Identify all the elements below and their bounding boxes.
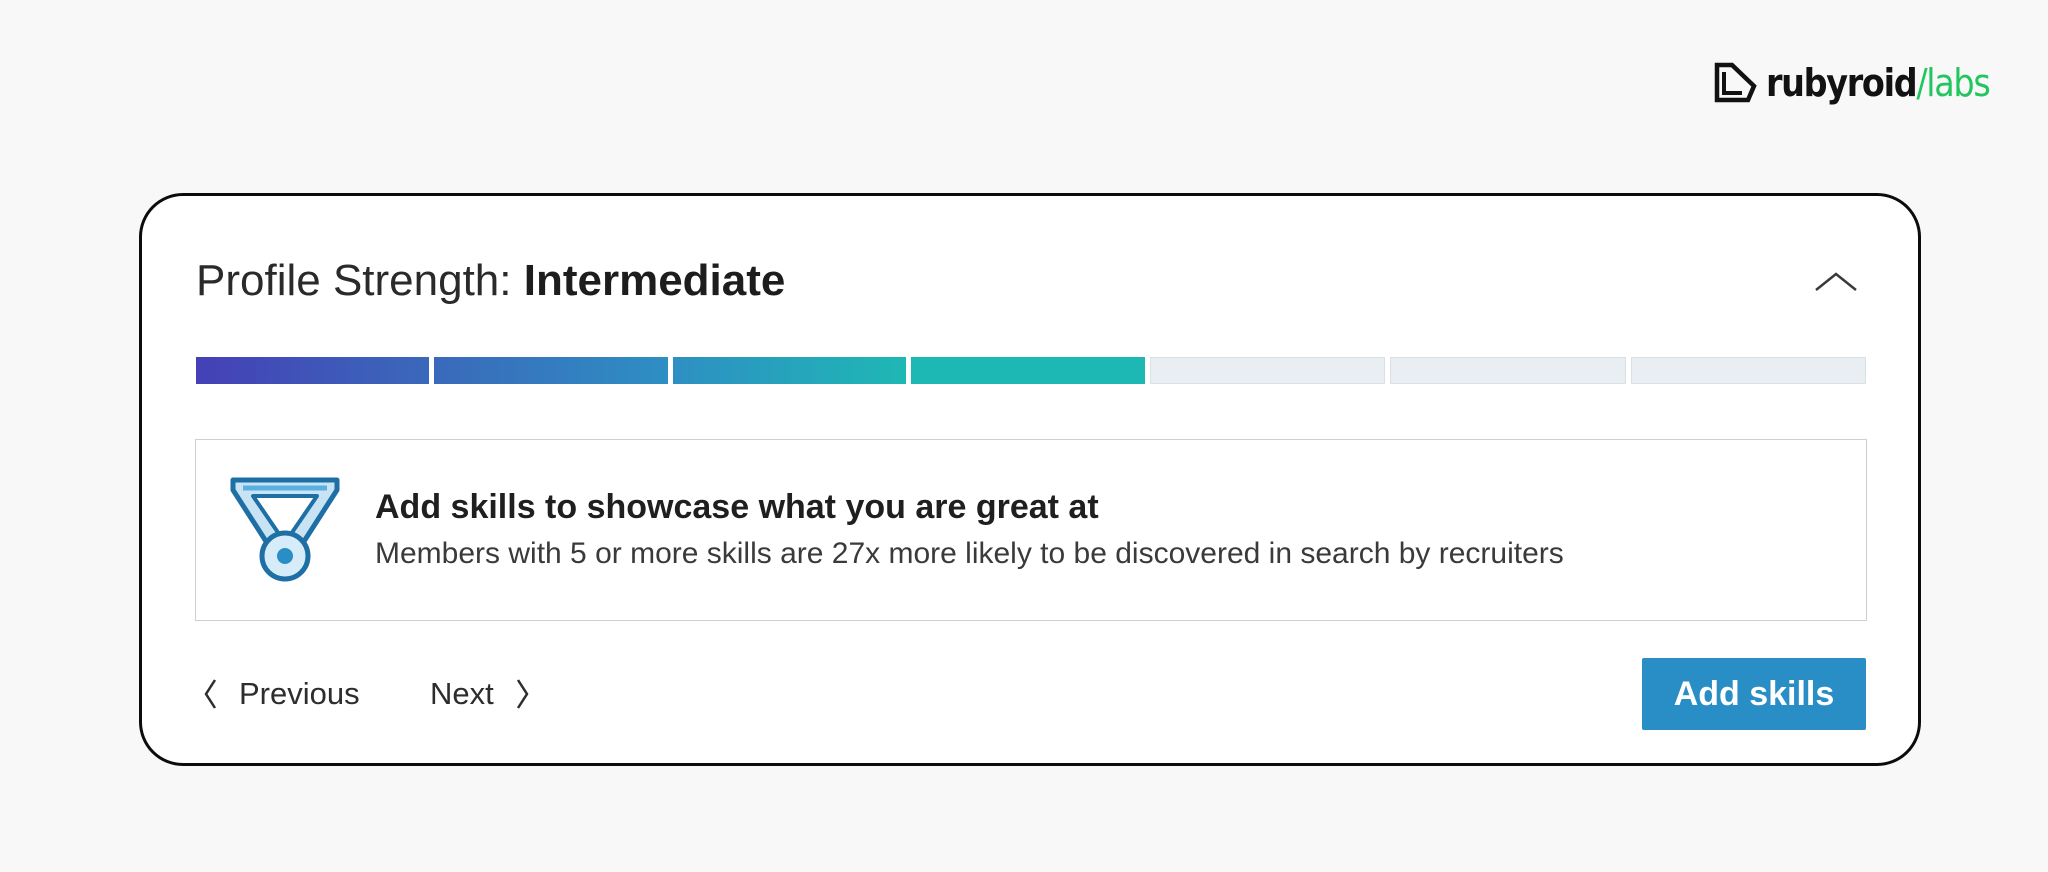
previous-button[interactable]: Previous [203, 670, 360, 718]
logo-text: rubyroid/labs [1766, 61, 1991, 105]
progress-segment-empty [1630, 357, 1866, 384]
profile-strength-progress [196, 357, 1866, 384]
progress-segment-empty [1390, 357, 1626, 384]
profile-strength-title: Profile Strength: Intermediate [196, 255, 785, 307]
previous-label: Previous [239, 676, 360, 711]
rubyroid-labs-logo: rubyroid/labs [1712, 56, 2020, 110]
profile-strength-level: Intermediate [523, 256, 786, 305]
suggestion-description: Members with 5 or more skills are 27x mo… [375, 537, 1564, 570]
progress-segment-filled [911, 357, 1145, 384]
next-button[interactable]: Next [430, 670, 530, 718]
chevron-up-icon [1815, 272, 1857, 291]
logo-mark-icon [1714, 62, 1757, 103]
title-prefix: Profile Strength: [196, 256, 524, 305]
progress-segment-filled [434, 357, 668, 384]
add-skills-button[interactable]: Add skills [1642, 658, 1866, 730]
chevron-right-icon [516, 679, 529, 709]
progress-segment-filled [672, 357, 907, 384]
progress-segment-empty [1149, 357, 1386, 384]
logo-accent: /labs [1916, 61, 1990, 105]
collapse-button[interactable] [1812, 262, 1860, 302]
logo-word: rubyroid [1766, 61, 1918, 105]
next-label: Next [430, 676, 494, 711]
suggestion-box [195, 439, 1867, 621]
chevron-left-icon [204, 679, 217, 709]
medal-icon [230, 477, 340, 582]
suggestion-title: Add skills to showcase what you are grea… [375, 488, 1099, 526]
progress-segment-filled [196, 357, 430, 384]
